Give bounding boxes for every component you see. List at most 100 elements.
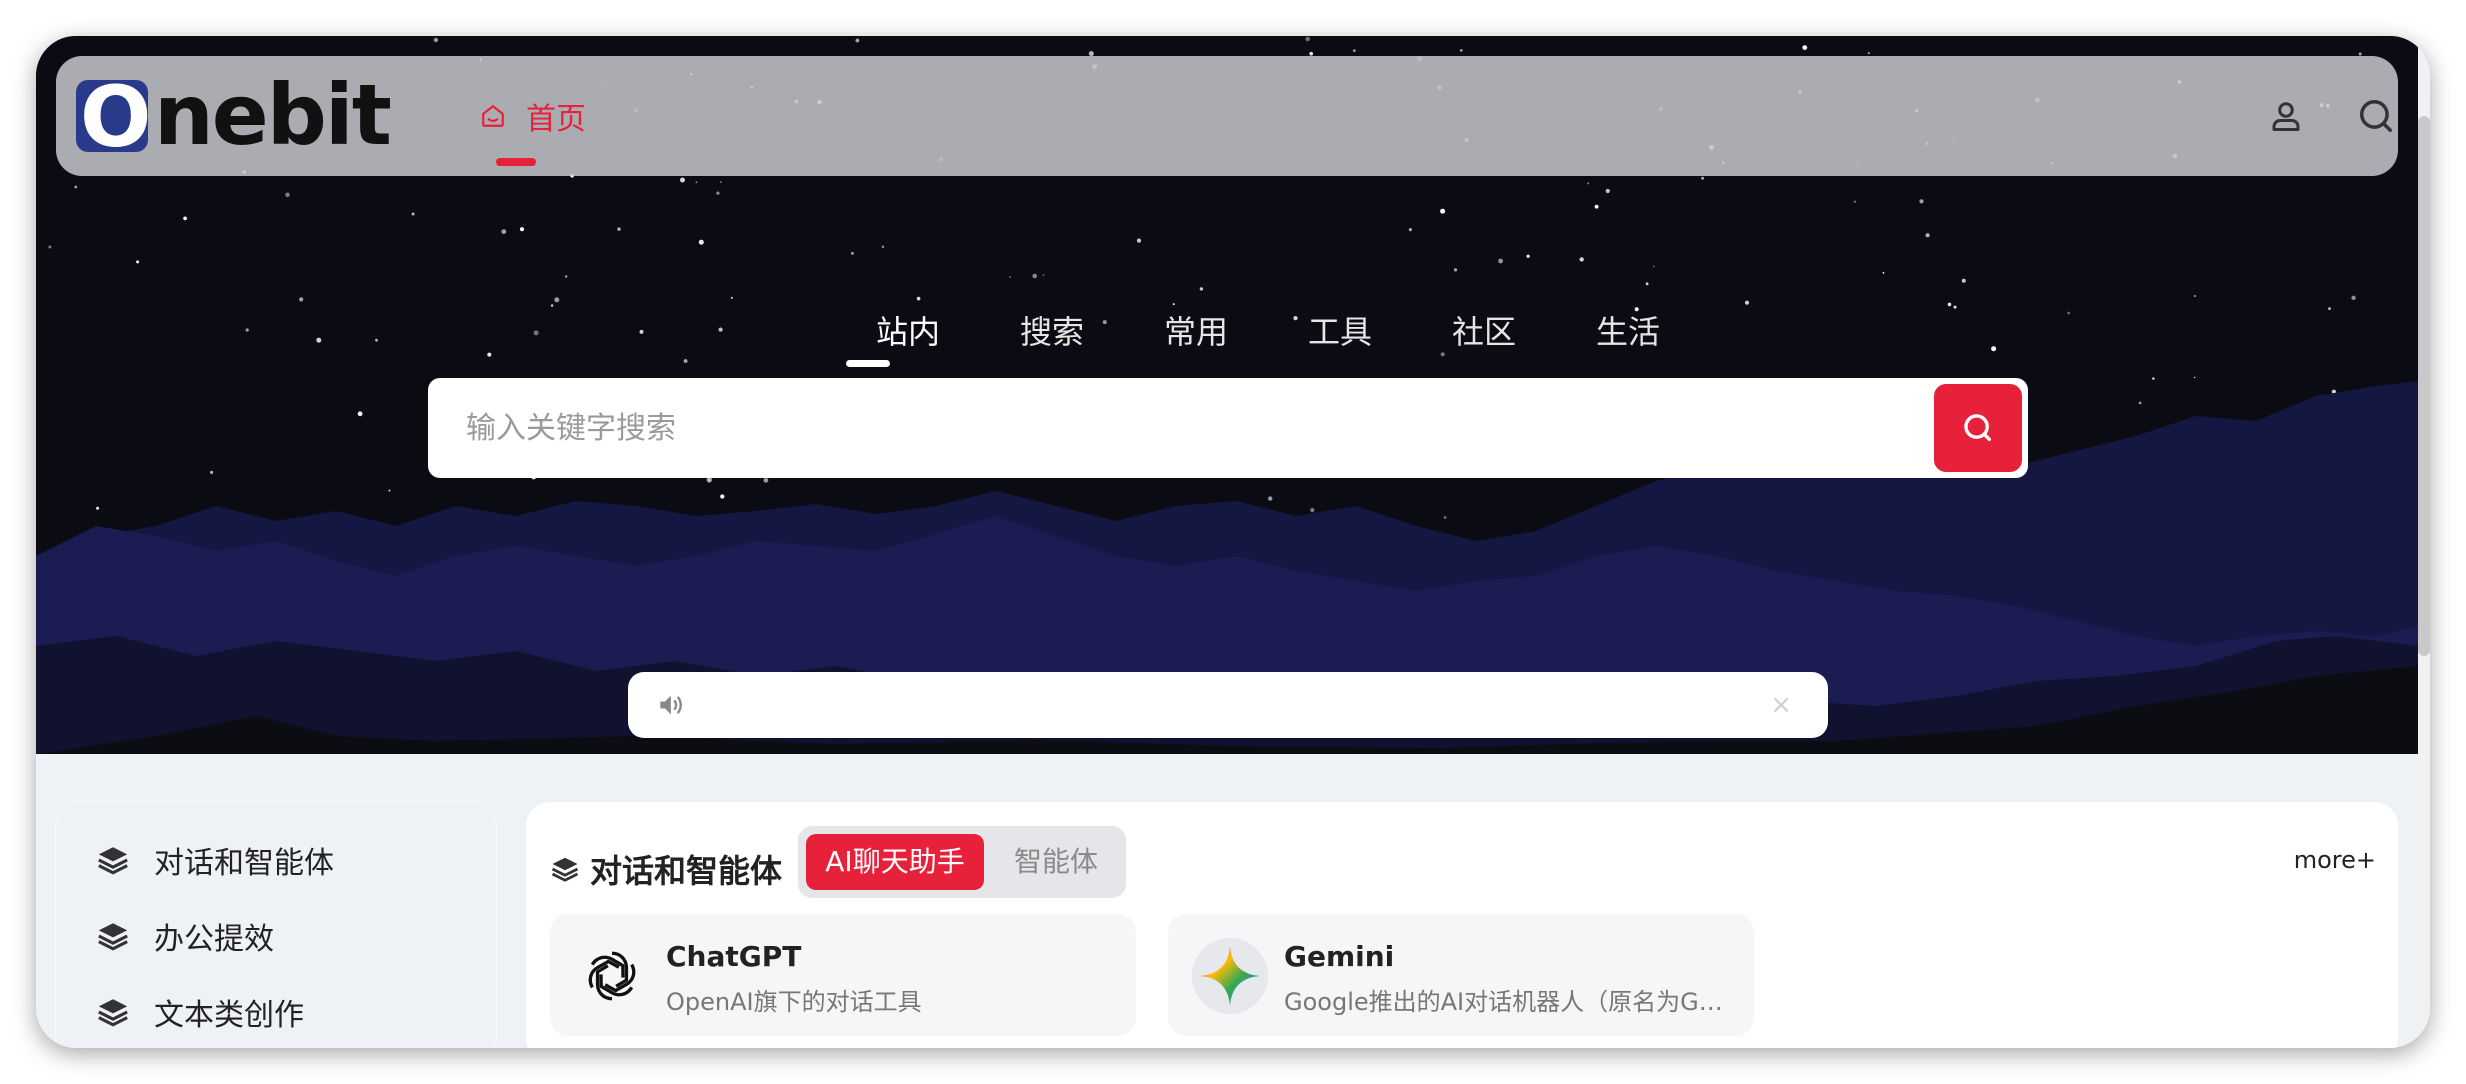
search-icon (1964, 414, 1992, 442)
star (695, 181, 698, 184)
star (1032, 273, 1037, 279)
search-button[interactable] (1934, 384, 2022, 472)
star (1498, 258, 1503, 264)
star (501, 229, 507, 235)
star (1443, 516, 1447, 519)
card-title: ChatGPT (666, 940, 802, 973)
search-category-tabs: 站内 搜索 常用 工具 社区 生活 (836, 308, 1700, 356)
star (1991, 346, 1997, 352)
star (487, 352, 492, 357)
scrollbar-thumb[interactable] (2418, 116, 2430, 656)
star (2193, 376, 2196, 379)
star (1199, 287, 1204, 291)
announcement-bar: × (628, 672, 1828, 738)
star (1594, 204, 1599, 209)
star (1579, 257, 1584, 262)
star (881, 245, 885, 248)
home-icon (482, 105, 504, 127)
star (48, 245, 52, 249)
tab-changyong[interactable]: 常用 (1124, 308, 1268, 356)
browser-window: O nebit 首页 站内 搜索 常用 工具 社区 生活 输入关键字搜索 × 对… (36, 36, 2430, 1048)
speaker-icon (660, 695, 682, 715)
star (1802, 45, 1808, 50)
site-card-chatgpt[interactable]: ChatGPT OpenAI旗下的对话工具 (550, 914, 1136, 1036)
star (1310, 508, 1315, 513)
star (411, 212, 415, 216)
star (730, 296, 733, 299)
star (851, 252, 854, 255)
nav-home-label: 首页 (526, 102, 586, 137)
site-card-gemini[interactable]: Gemini Google推出的AI对话机器人（原名为Go... (1168, 914, 1754, 1036)
nav-active-indicator (496, 158, 536, 166)
star (1408, 228, 1412, 232)
card-description: OpenAI旗下的对话工具 (666, 988, 922, 1016)
tab-sousuo[interactable]: 搜索 (980, 308, 1124, 356)
star (1853, 200, 1856, 203)
section-title: 对话和智能体 (550, 846, 782, 892)
tab-shenghuo[interactable]: 生活 (1556, 308, 1700, 356)
sidebar-item-label: 文本类创作 (154, 998, 304, 1033)
star (855, 38, 860, 43)
star (683, 359, 688, 363)
sidebar-item-label: 对话和智能体 (154, 846, 334, 881)
star (433, 37, 439, 43)
star (74, 185, 78, 189)
star (916, 296, 921, 301)
card-description: Google推出的AI对话机器人（原名为Go... (1284, 988, 1734, 1016)
sidebar-item-office[interactable]: 办公提效 (96, 914, 274, 958)
star (554, 297, 560, 303)
star (565, 275, 568, 278)
tab-active-indicator (846, 360, 890, 367)
star (1882, 272, 1885, 274)
star (136, 260, 140, 264)
star (718, 327, 723, 332)
sidebar-item-dialogue[interactable]: 对话和智能体 (96, 838, 334, 882)
star (1309, 51, 1313, 56)
sidebar-item-writing[interactable]: 文本类创作 (96, 990, 304, 1034)
tab-ai-chat-assistant[interactable]: AI聊天助手 (806, 834, 984, 890)
star (1009, 276, 1011, 278)
star (639, 329, 644, 334)
hero-banner: O nebit 首页 站内 搜索 常用 工具 社区 生活 输入关键字搜索 × (36, 36, 2418, 754)
section-tabs: AI聊天助手 智能体 (798, 826, 1126, 898)
tab-shequ[interactable]: 社区 (1412, 308, 1556, 356)
star (1605, 188, 1610, 194)
chatgpt-logo-icon (574, 938, 650, 1014)
star (617, 227, 621, 231)
star (1305, 36, 1310, 42)
tab-agents[interactable]: 智能体 (994, 834, 1118, 890)
star (719, 181, 722, 184)
star (706, 477, 712, 483)
sidebar-item-label: 办公提效 (154, 922, 274, 957)
user-icon[interactable] (2264, 94, 2308, 138)
star (2328, 307, 2331, 311)
more-link[interactable]: more+ (2294, 846, 2376, 874)
star (550, 304, 554, 307)
search-bar (428, 378, 2028, 478)
star (698, 239, 704, 245)
star (2067, 311, 2071, 315)
star (720, 494, 725, 499)
search-input[interactable] (466, 378, 1866, 478)
nav-home[interactable]: 首页 (480, 96, 586, 137)
star (1953, 305, 1957, 309)
star (96, 506, 100, 510)
star (1919, 199, 1924, 204)
star (388, 489, 391, 492)
star (519, 227, 525, 232)
close-icon[interactable]: × (1770, 690, 1792, 720)
star (2194, 295, 2196, 297)
star (1042, 274, 1045, 276)
tab-zhannei[interactable]: 站内 (836, 308, 980, 356)
star (1453, 268, 1458, 272)
star (1652, 265, 1655, 268)
layers-icon (98, 923, 128, 951)
star (1526, 254, 1530, 258)
star (210, 470, 214, 474)
star (1440, 208, 1446, 214)
star (316, 337, 322, 343)
search-icon[interactable] (2354, 94, 2398, 138)
category-sidebar: 对话和智能体 办公提效 文本类创作 (56, 802, 496, 1048)
star (1867, 52, 1870, 55)
tab-gongju[interactable]: 工具 (1268, 308, 1412, 356)
